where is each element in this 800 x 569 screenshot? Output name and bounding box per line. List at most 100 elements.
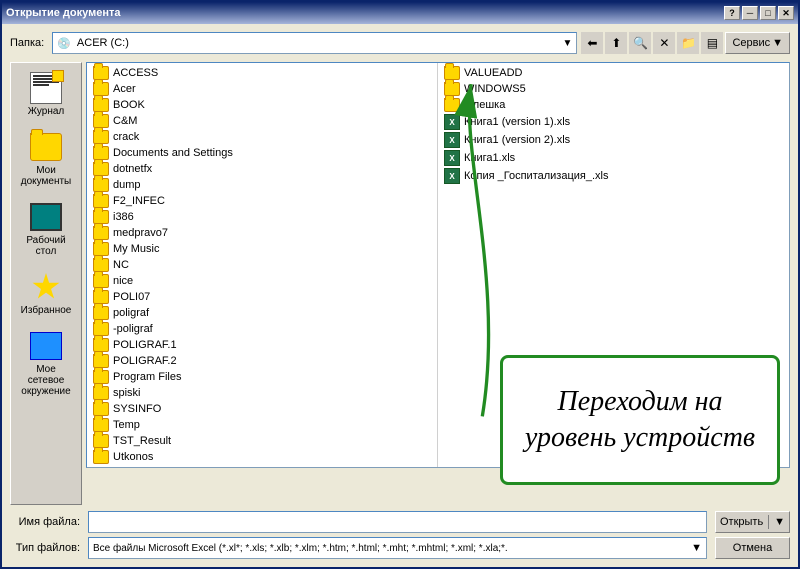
sidebar-item-mydocs[interactable]: Мои документы <box>15 126 77 192</box>
list-item[interactable]: My Music <box>89 241 435 257</box>
sidebar-item-network[interactable]: Мое сетевое окружение <box>15 325 77 402</box>
folder-icon <box>93 306 109 320</box>
list-item[interactable]: флешка <box>440 97 787 113</box>
list-item[interactable]: POLIGRAF.1 <box>89 337 435 353</box>
file-browser: ACCESS Acer BOOKC&McrackDocuments and Sett… <box>86 62 790 468</box>
folder-icon <box>444 98 460 112</box>
fields-col: Имя файла: Тип файлов: Все файлы Microso… <box>10 511 707 559</box>
folder-icon <box>93 114 109 128</box>
folder-icon <box>93 82 109 96</box>
filetype-arrow-icon: ▼ <box>691 542 702 554</box>
service-arrow-icon: ▼ <box>772 37 783 49</box>
main-area: Журнал Мои документы Рабочий стол <box>10 62 790 505</box>
list-item[interactable]: Acer <box>89 81 435 97</box>
file-name: poligraf <box>113 307 149 319</box>
file-name: POLIGRAF.1 <box>113 339 177 351</box>
list-item[interactable]: VALUEADD <box>440 65 787 81</box>
close-button[interactable]: ✕ <box>778 6 794 20</box>
list-item[interactable]: Utkonos <box>89 449 435 465</box>
path-combobox[interactable]: 💿 ACER (C:) ▼ <box>52 32 577 54</box>
cancel-btn-label: Отмена <box>733 542 772 554</box>
excel-icon: X <box>444 132 460 148</box>
folder-icon <box>93 370 109 384</box>
folder-search-button[interactable]: 🔍 <box>629 32 651 54</box>
filetype-combobox[interactable]: Все файлы Microsoft Excel (*.xl*; *.xls;… <box>88 537 707 559</box>
back-button[interactable]: ⬅ <box>581 32 603 54</box>
list-item[interactable]: POLIGRAF.2 <box>89 353 435 369</box>
sidebar-item-favorites[interactable]: Избранное <box>15 266 77 321</box>
open-button[interactable]: Открыть ▼ <box>715 511 790 533</box>
list-item[interactable]: spiski <box>89 385 435 401</box>
bottom-section: Имя файла: Тип файлов: Все файлы Microso… <box>10 511 790 559</box>
file-list-right[interactable]: VALUEADDWINDOWS5флешкаXКнига1 (version 1… <box>438 63 789 467</box>
list-item[interactable]: dump <box>89 177 435 193</box>
new-folder-button[interactable]: 📁 <box>677 32 699 54</box>
list-item[interactable]: F2_INFEC <box>89 193 435 209</box>
list-item[interactable]: TST_Result <box>89 433 435 449</box>
minimize-button[interactable]: ─ <box>742 6 758 20</box>
toolbar-buttons: ⬅ ⬆ 🔍 ✕ 📁 ▤ Сервис ▼ <box>581 32 790 54</box>
path-text: ACER (C:) <box>77 37 129 49</box>
folder-icon <box>93 402 109 416</box>
file-name: dotnetfx <box>113 163 152 175</box>
up-button[interactable]: ⬆ <box>605 32 627 54</box>
open-btn-divider <box>768 515 769 529</box>
toolbar-row: Папка: 💿 ACER (C:) ▼ ⬅ ⬆ 🔍 ✕ 📁 ▤ Сервис … <box>10 32 790 54</box>
sidebar-item-journal[interactable]: Журнал <box>15 67 77 122</box>
filename-input[interactable] <box>88 511 707 533</box>
maximize-button[interactable]: □ <box>760 6 776 20</box>
list-item[interactable]: C&M <box>89 113 435 129</box>
left-sidebar: Журнал Мои документы Рабочий стол <box>10 62 82 505</box>
folder-icon <box>93 98 109 112</box>
list-item[interactable]: BOOK <box>89 97 435 113</box>
service-label: Сервис <box>732 37 770 49</box>
list-item[interactable]: poligraf <box>89 305 435 321</box>
file-name: Temp <box>113 419 140 431</box>
list-item[interactable]: ACCESS <box>89 65 435 81</box>
view-button[interactable]: ▤ <box>701 32 723 54</box>
filename-row: Имя файла: <box>10 511 707 533</box>
list-item[interactable]: X Книга1 (version 1).xls <box>440 113 787 131</box>
delete-button[interactable]: ✕ <box>653 32 675 54</box>
list-item[interactable]: POLI07 <box>89 289 435 305</box>
folder-icon <box>93 194 109 208</box>
file-name: Acer <box>113 83 136 95</box>
folder-icon <box>444 66 460 80</box>
list-item[interactable]: Temp <box>89 417 435 433</box>
list-item[interactable]: WINDOWS5 <box>440 81 787 97</box>
sidebar-item-network-label: Мое сетевое окружение <box>18 364 74 397</box>
list-item[interactable]: dotnetfx <box>89 161 435 177</box>
sidebar-item-desktop[interactable]: Рабочий стол <box>15 196 77 262</box>
folder-icon <box>93 354 109 368</box>
btn-col: Открыть ▼ Отмена <box>715 511 790 559</box>
list-item[interactable]: medpravo7 <box>89 225 435 241</box>
list-item[interactable]: crack <box>89 129 435 145</box>
list-item[interactable]: XКопия _Госпитализация_.xls <box>440 167 787 185</box>
list-item[interactable]: Documents and Settings <box>89 145 435 161</box>
list-item[interactable]: XКнига1.xls <box>440 149 787 167</box>
excel-icon: X <box>444 114 460 130</box>
file-name: NC <box>113 259 129 271</box>
title-bar-buttons: ? ─ □ ✕ <box>724 6 794 20</box>
sidebar-item-mydocs-label: Мои документы <box>18 165 74 187</box>
list-item[interactable]: i386 <box>89 209 435 225</box>
filename-label: Имя файла: <box>10 516 80 528</box>
file-name: Program Files <box>113 371 181 383</box>
list-item[interactable]: XКнига1 (version 2).xls <box>440 131 787 149</box>
file-name: Книга1 (version 1).xls <box>464 116 570 128</box>
help-button[interactable]: ? <box>724 6 740 20</box>
list-item[interactable]: SYSINFO <box>89 401 435 417</box>
folder-icon <box>444 82 460 96</box>
service-menu-button[interactable]: Сервис ▼ <box>725 32 790 54</box>
favorites-icon <box>30 271 62 303</box>
list-item[interactable]: -poligraf <box>89 321 435 337</box>
file-name: spiski <box>113 387 141 399</box>
cancel-button[interactable]: Отмена <box>715 537 790 559</box>
file-name: medpravo7 <box>113 227 168 239</box>
folder-icon <box>93 242 109 256</box>
mydocs-icon <box>30 131 62 163</box>
file-list-left[interactable]: ACCESS Acer BOOKC&McrackDocuments and Sett… <box>87 63 438 467</box>
list-item[interactable]: NC <box>89 257 435 273</box>
list-item[interactable]: nice <box>89 273 435 289</box>
list-item[interactable]: Program Files <box>89 369 435 385</box>
